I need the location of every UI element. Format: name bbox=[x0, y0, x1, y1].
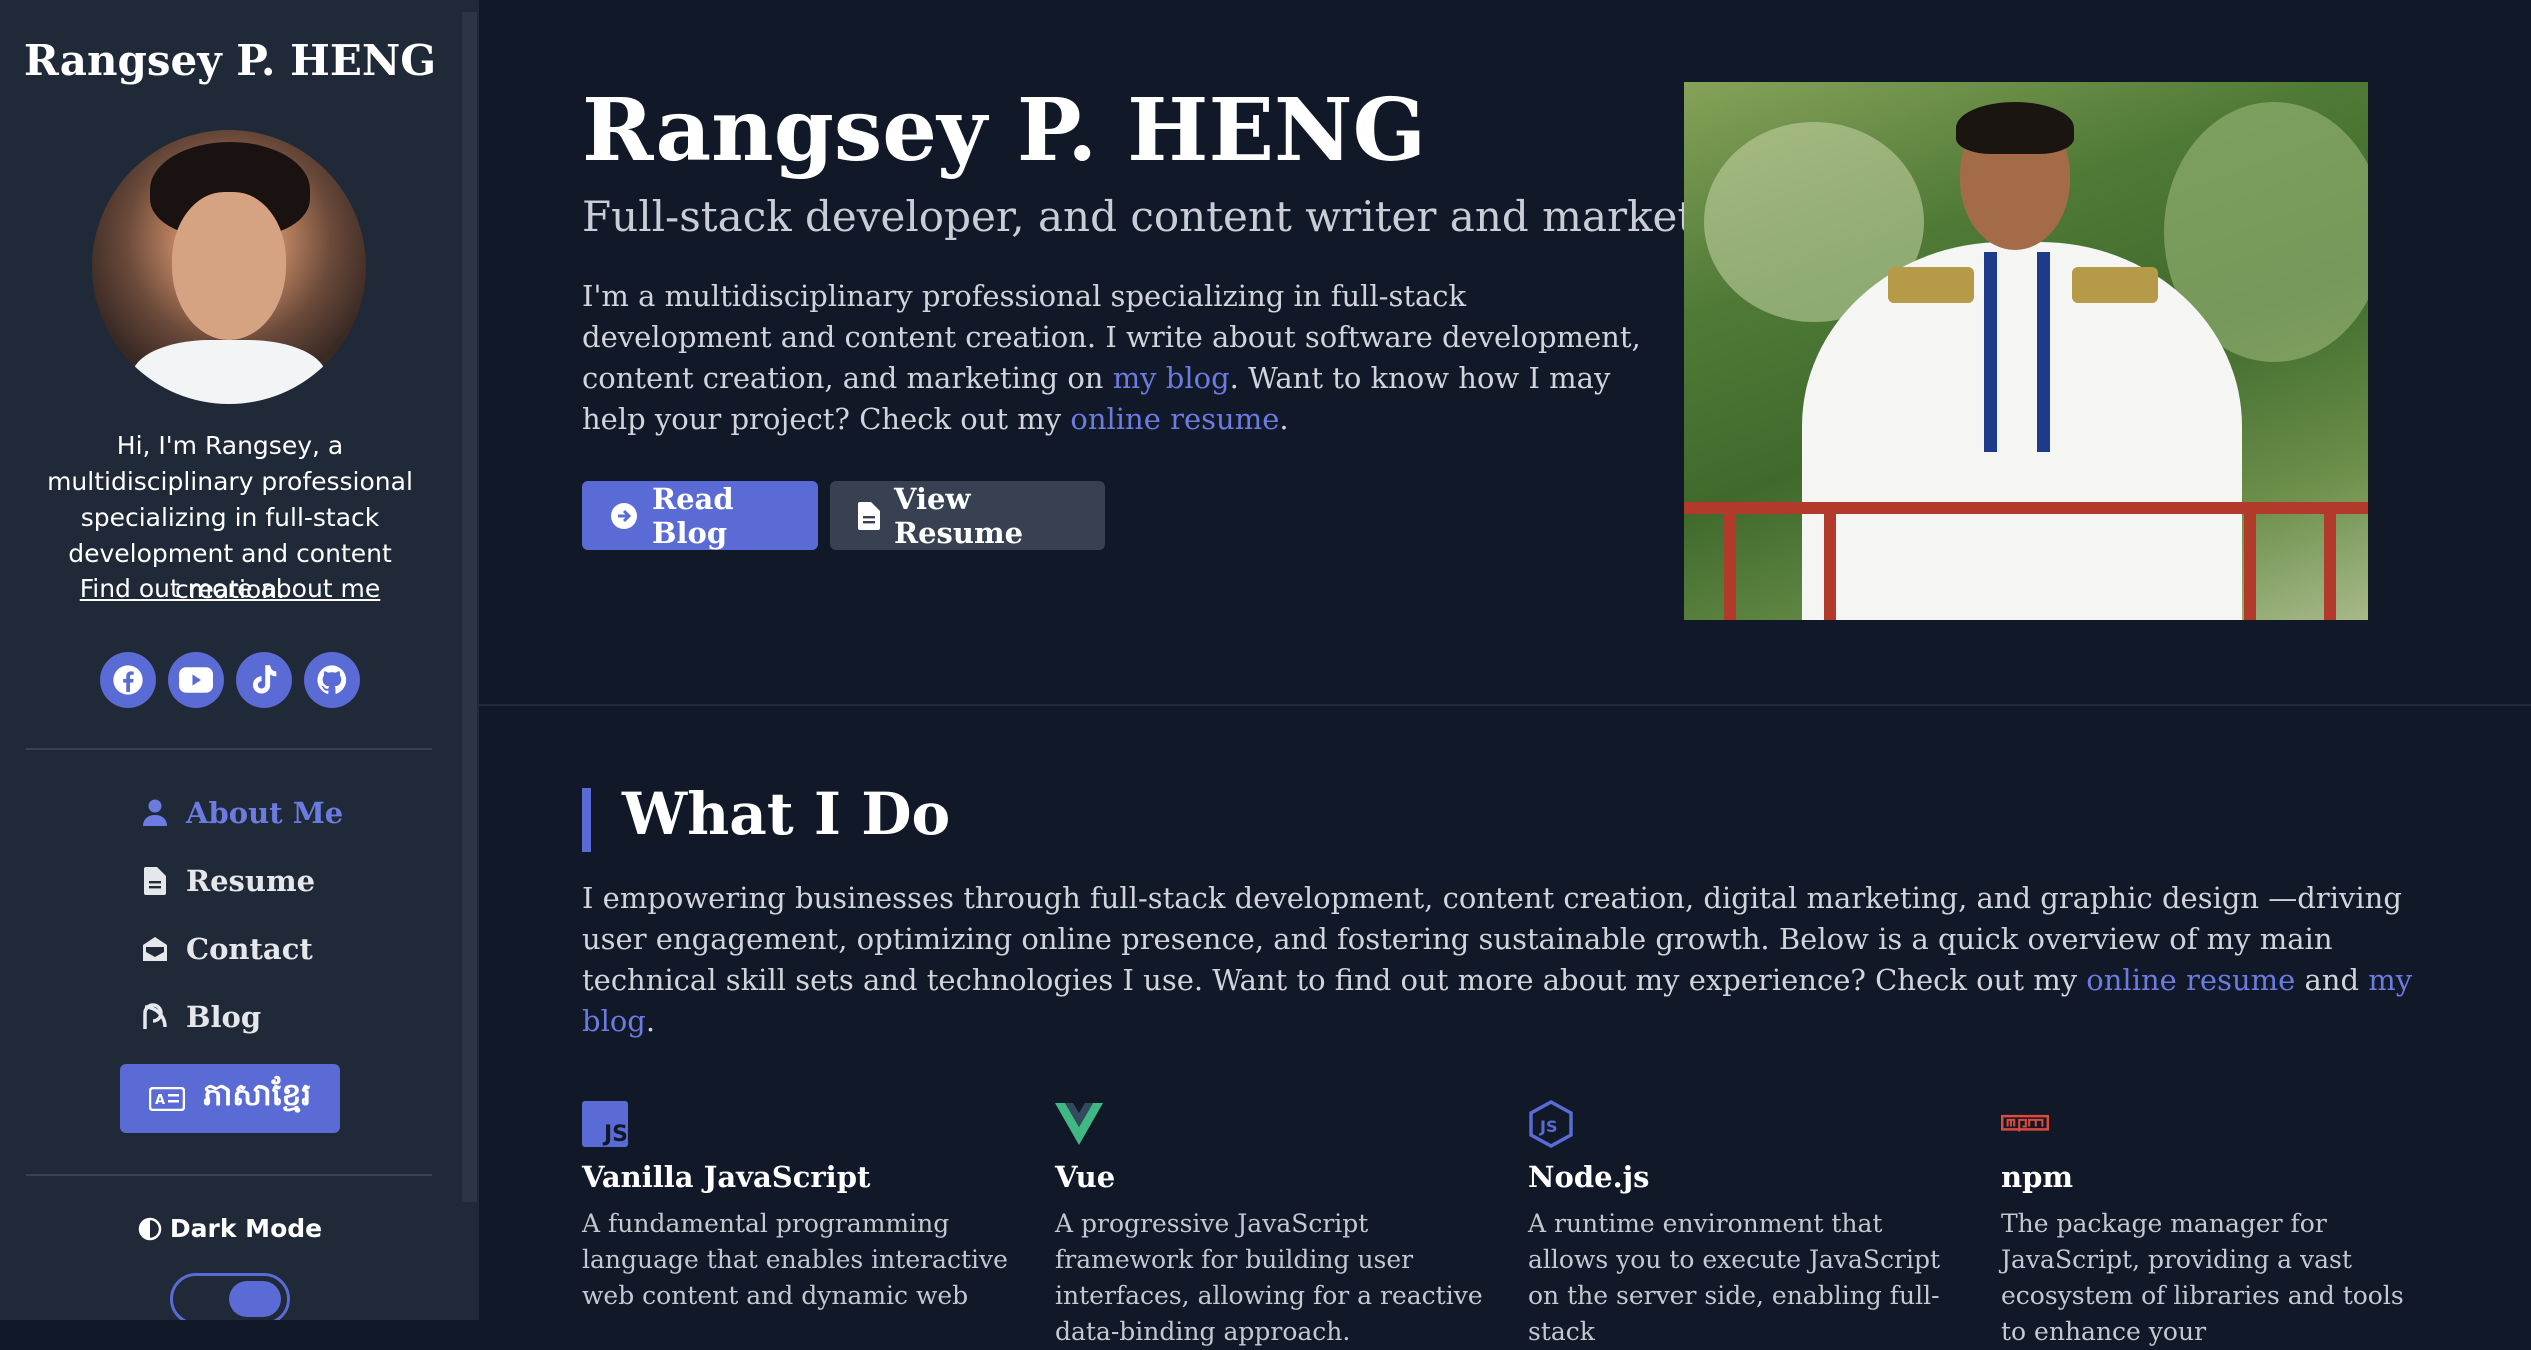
section-accent-bar bbox=[582, 788, 591, 852]
sidebar-name: Rangsey P. HENG bbox=[23, 36, 437, 85]
profile-photo bbox=[1684, 82, 2368, 620]
online-resume-link[interactable]: online resume bbox=[1070, 402, 1279, 436]
page-title: Rangsey P. HENG bbox=[582, 80, 1427, 181]
file-icon bbox=[858, 501, 880, 530]
sidebar: Rangsey P. HENG Hi, I'm Rangsey, a multi… bbox=[0, 0, 479, 1320]
npm-icon bbox=[2001, 1100, 2049, 1148]
skill-description: A runtime environment that allows you to… bbox=[1528, 1209, 1941, 1346]
dark-mode-label: Dark Mode bbox=[0, 1214, 460, 1243]
skill-name: Node.js bbox=[1528, 1160, 1650, 1194]
language-icon: A bbox=[148, 1086, 185, 1111]
envelope-icon bbox=[140, 934, 170, 964]
tiktok-icon[interactable] bbox=[236, 652, 292, 708]
read-blog-label: Read Blog bbox=[652, 481, 734, 550]
my-blog-link[interactable]: my blog bbox=[1113, 361, 1230, 395]
page-subtitle: Full-stack developer, and content writer… bbox=[582, 192, 1740, 241]
nav-label: About Me bbox=[186, 796, 344, 830]
avatar bbox=[92, 130, 366, 404]
blog-icon bbox=[140, 1002, 170, 1032]
language-label: ភាសាខ្មែរ bbox=[202, 1077, 312, 1113]
skill-card: JS Node.js A runtime environment that al… bbox=[1528, 1100, 1958, 1350]
hero-description: I'm a multidisciplinary professional spe… bbox=[582, 279, 1641, 436]
dark-mode-toggle[interactable] bbox=[170, 1273, 290, 1320]
skill-description: A progressive JavaScript framework for b… bbox=[1055, 1209, 1483, 1346]
skill-card: JS Vanilla JavaScript A fundamental prog… bbox=[582, 1100, 1012, 1314]
user-icon bbox=[140, 798, 170, 828]
svg-text:JS: JS bbox=[602, 1122, 628, 1147]
nav-blog[interactable]: Blog bbox=[140, 994, 261, 1040]
nav-label: Contact bbox=[186, 932, 313, 966]
about-me-link[interactable]: Find out more about me bbox=[0, 574, 460, 603]
arrow-circle-right-icon bbox=[610, 502, 638, 530]
svg-text:A: A bbox=[155, 1093, 165, 1108]
contrast-icon bbox=[138, 1217, 162, 1241]
skill-name: Vanilla JavaScript bbox=[582, 1160, 871, 1194]
youtube-icon[interactable] bbox=[168, 652, 224, 708]
svg-text:JS: JS bbox=[1539, 1117, 1557, 1136]
file-icon bbox=[140, 866, 170, 896]
nodejs-icon: JS bbox=[1528, 1100, 1576, 1148]
section-description: I empowering businesses through full-sta… bbox=[582, 881, 2413, 1038]
view-resume-button[interactable]: View Resume bbox=[830, 481, 1105, 550]
javascript-icon: JS bbox=[582, 1100, 630, 1148]
github-icon[interactable] bbox=[304, 652, 360, 708]
sidebar-divider bbox=[26, 748, 432, 750]
facebook-icon[interactable] bbox=[100, 652, 156, 708]
language-button[interactable]: A ភាសាខ្មែរ bbox=[120, 1064, 340, 1133]
nav-label: Blog bbox=[186, 1000, 262, 1034]
read-blog-button[interactable]: Read Blog bbox=[582, 481, 818, 550]
skill-card: npm The package manager for JavaScript, … bbox=[2001, 1100, 2431, 1350]
sidebar-scrollbar[interactable] bbox=[462, 12, 477, 1202]
dark-mode-text: Dark Mode bbox=[169, 1214, 323, 1243]
toggle-knob bbox=[229, 1281, 281, 1317]
nav-label: Resume bbox=[186, 864, 316, 898]
skill-description: A fundamental programming language that … bbox=[582, 1209, 1008, 1310]
nav-about-me[interactable]: About Me bbox=[140, 790, 343, 836]
sidebar-divider bbox=[26, 1174, 432, 1176]
section-title: What I Do bbox=[622, 780, 951, 848]
vue-icon bbox=[1055, 1100, 1103, 1148]
nav-contact[interactable]: Contact bbox=[140, 926, 313, 972]
main-content: Rangsey P. HENG Full-stack developer, an… bbox=[479, 0, 2531, 1346]
online-resume-link[interactable]: online resume bbox=[2086, 963, 2295, 997]
skill-card: Vue A progressive JavaScript framework f… bbox=[1055, 1100, 1485, 1350]
section-divider bbox=[479, 704, 2531, 706]
view-resume-label: View Resume bbox=[894, 481, 1024, 550]
skill-description: The package manager for JavaScript, prov… bbox=[2001, 1209, 2404, 1346]
nav-resume[interactable]: Resume bbox=[140, 858, 315, 904]
skill-name: npm bbox=[2001, 1160, 2074, 1194]
skill-name: Vue bbox=[1055, 1160, 1116, 1194]
